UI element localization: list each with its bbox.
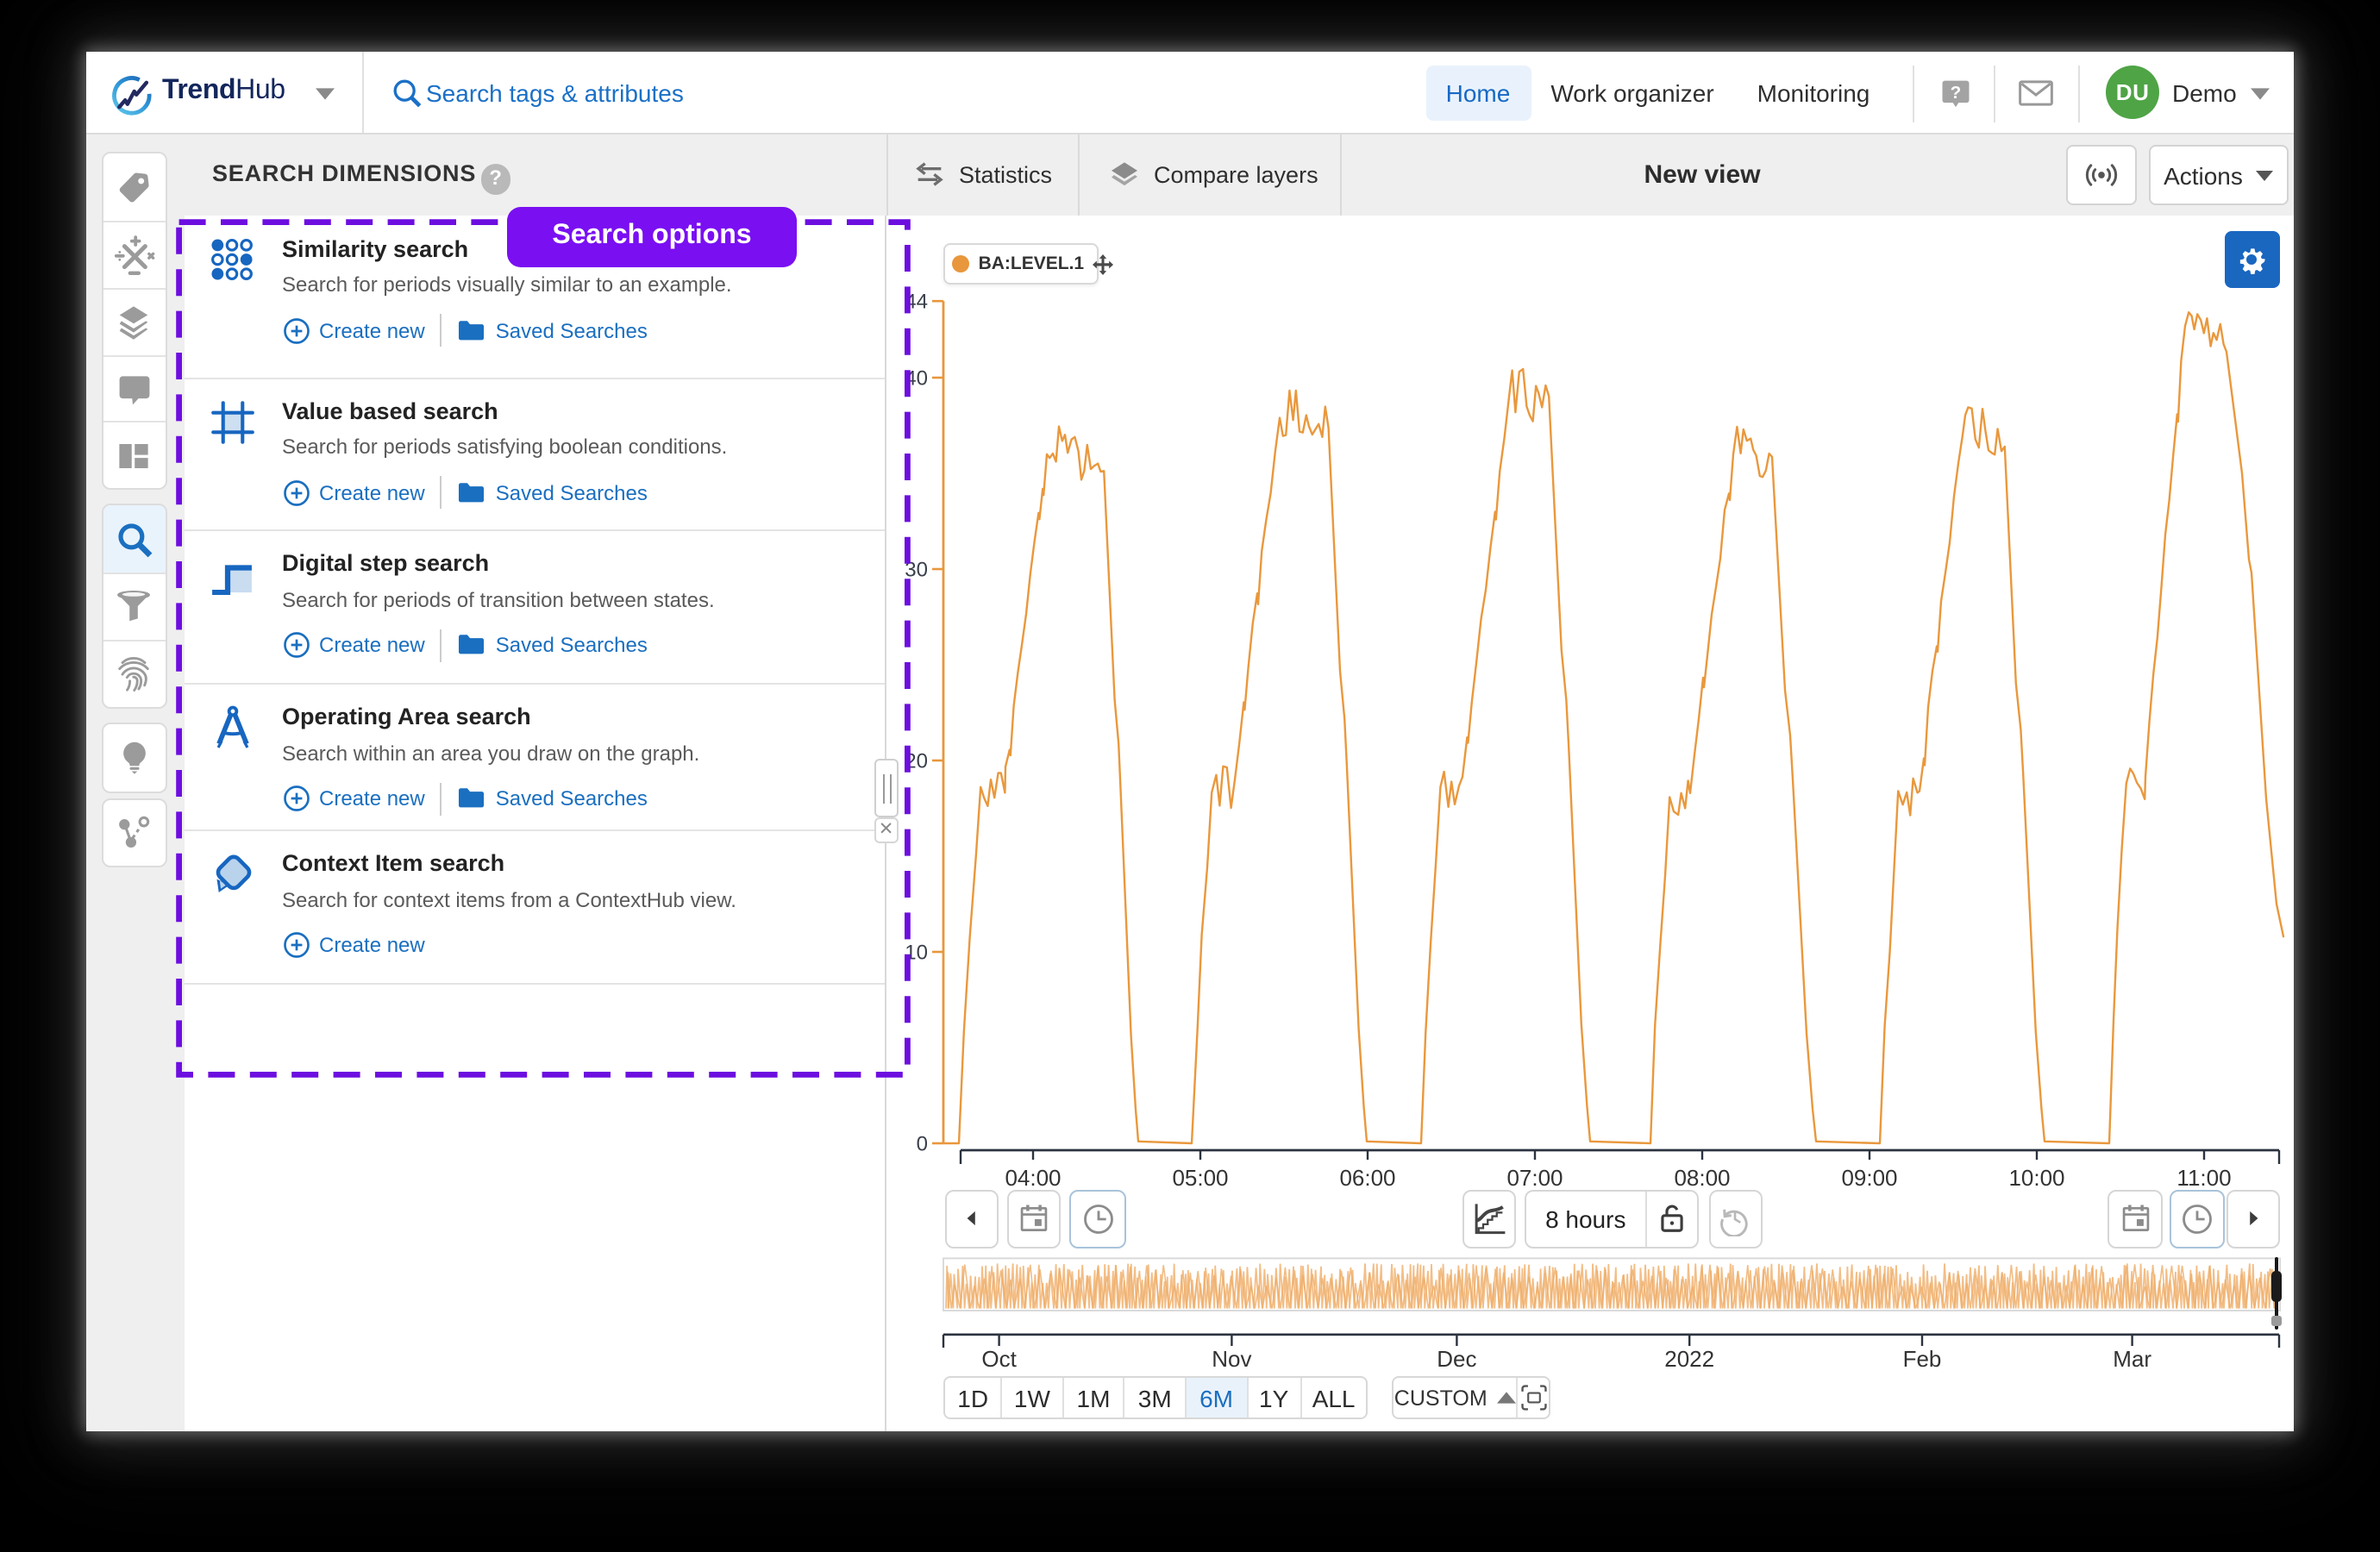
svg-text:Mar: Mar — [2113, 1346, 2151, 1372]
svg-text:Dec: Dec — [1437, 1346, 1476, 1372]
svg-text:Oct: Oct — [981, 1346, 1017, 1372]
svg-text:10:00: 10:00 — [2008, 1165, 2064, 1191]
svg-text:09:00: 09:00 — [1841, 1165, 1897, 1191]
svg-text:07:00: 07:00 — [1506, 1165, 1563, 1191]
svg-text:?: ? — [1950, 83, 1961, 103]
svg-text:08:00: 08:00 — [1674, 1165, 1730, 1191]
svg-text:06:00: 06:00 — [1339, 1165, 1395, 1191]
svg-text:11:00: 11:00 — [2176, 1165, 2231, 1191]
svg-text:0: 0 — [917, 1132, 928, 1155]
svg-text:04:00: 04:00 — [1005, 1165, 1061, 1191]
svg-text:Nov: Nov — [1212, 1346, 1251, 1372]
svg-text:05:00: 05:00 — [1172, 1165, 1228, 1191]
svg-text:Feb: Feb — [1903, 1346, 1942, 1372]
svg-text:2022: 2022 — [1664, 1346, 1714, 1372]
